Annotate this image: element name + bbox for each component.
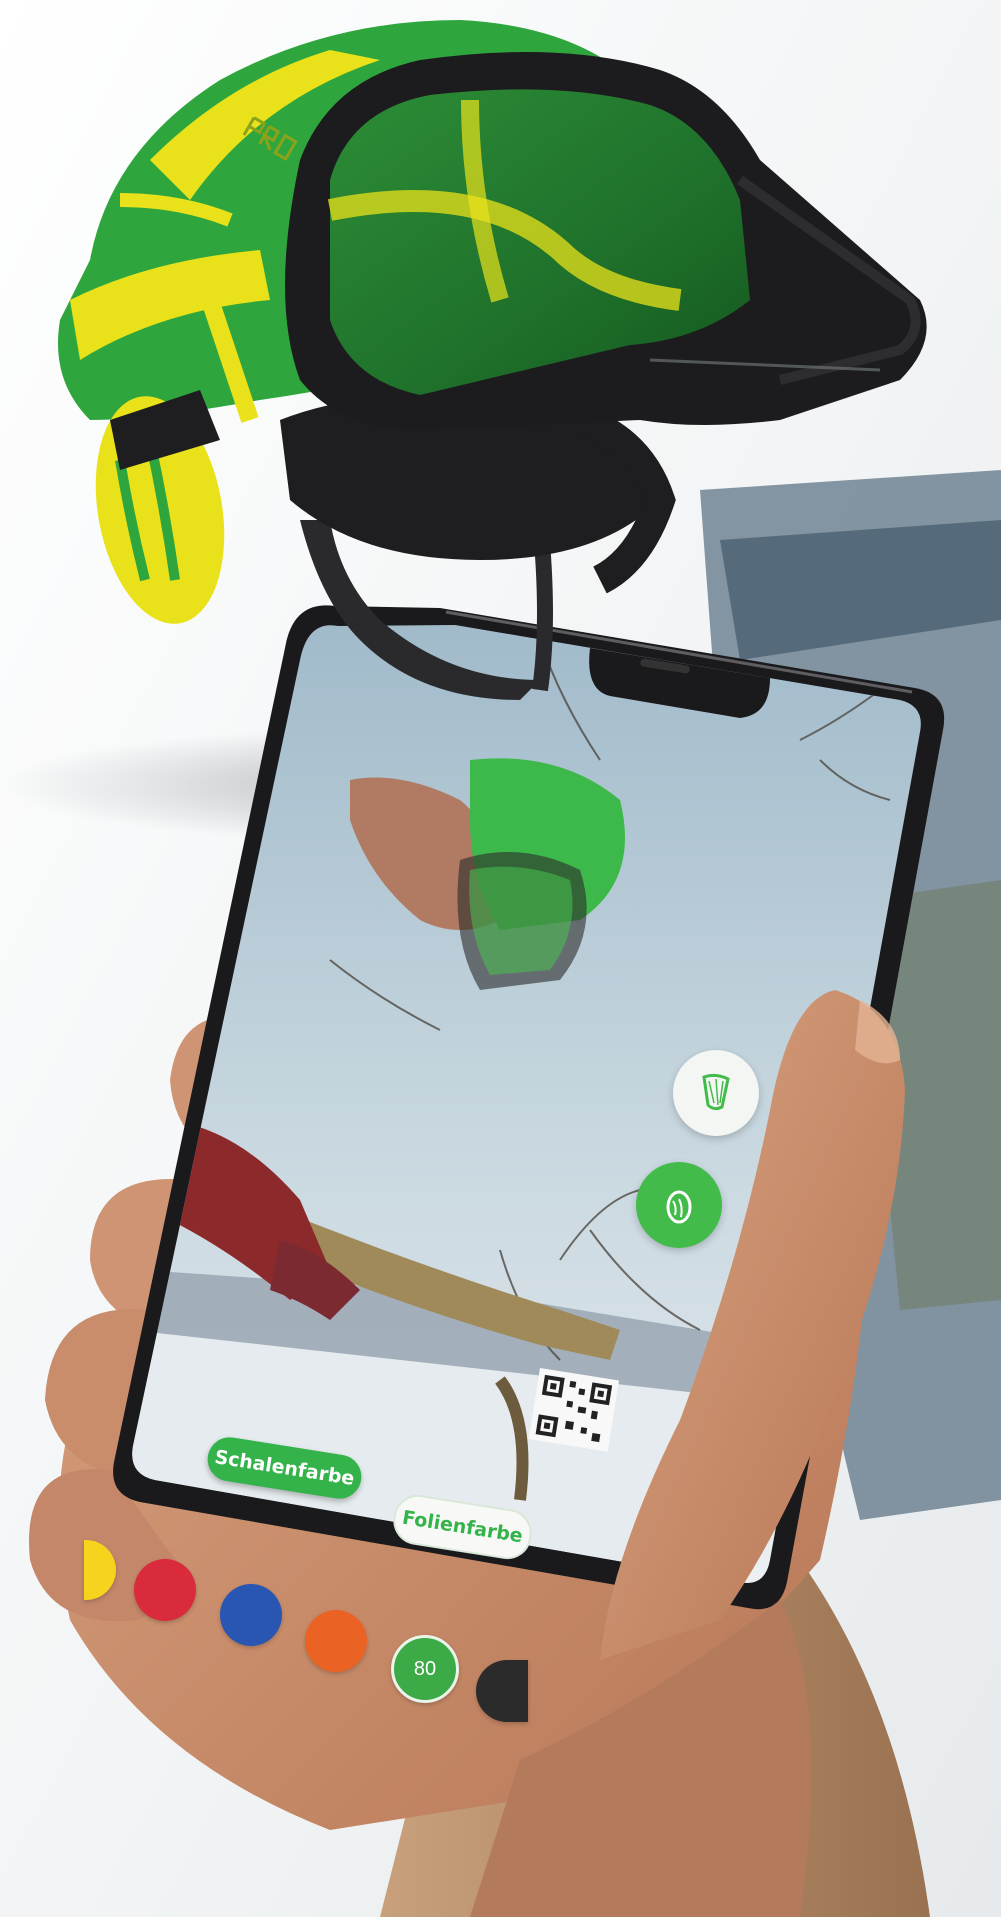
color-swatch-green[interactable]: 80 <box>391 1635 459 1703</box>
visor-icon <box>702 1073 730 1111</box>
earmuff-icon <box>666 1190 692 1224</box>
swatch-label: 80 <box>413 1658 437 1680</box>
color-swatch-red[interactable] <box>134 1559 196 1621</box>
color-swatch-blue[interactable] <box>220 1584 282 1646</box>
visor-toggle-button[interactable] <box>673 1050 759 1136</box>
earmuff-toggle-button[interactable] <box>636 1162 722 1248</box>
product-photo-scene <box>0 0 1001 1917</box>
color-swatch-orange[interactable] <box>305 1610 367 1672</box>
qr-marker <box>528 1368 620 1452</box>
